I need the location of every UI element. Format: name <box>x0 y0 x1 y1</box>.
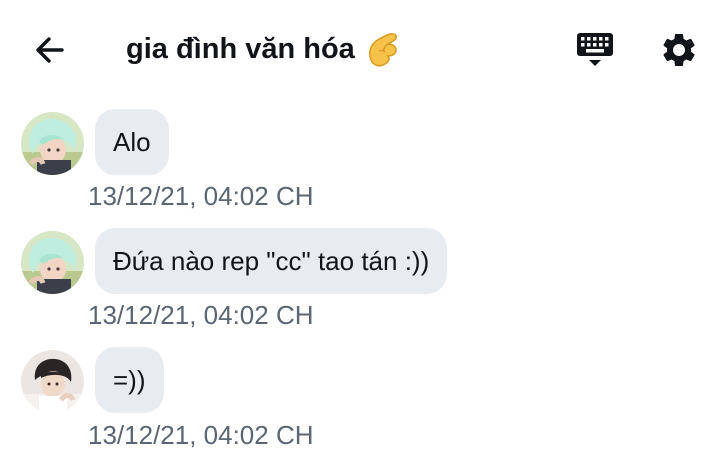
keyboard-button[interactable] <box>574 30 616 70</box>
keyboard-icon <box>577 33 613 66</box>
message-timestamp: 13/12/21, 04:02 CH <box>88 300 314 330</box>
chat-header: gia đình văn hóa <box>0 0 720 96</box>
back-button[interactable] <box>30 30 70 70</box>
avatar-mint-hair[interactable] <box>21 231 84 294</box>
message-bubble[interactable]: =)) <box>95 347 164 413</box>
chat-title-group[interactable]: gia đình văn hóa <box>126 26 403 72</box>
message-text: =)) <box>113 364 146 395</box>
settings-button[interactable] <box>659 30 699 70</box>
avatar-dark-hair[interactable] <box>21 350 84 413</box>
message-timestamp: 13/12/21, 04:02 CH <box>88 181 314 211</box>
message-bubble[interactable]: Đứa nào rep "cc" tao tán :)) <box>95 228 448 294</box>
chat-title: gia đình văn hóa <box>126 32 355 65</box>
pinching-hand-icon <box>368 33 397 67</box>
avatar-mint-hair[interactable] <box>21 112 84 175</box>
message-text: Alo <box>113 126 151 157</box>
message-timestamp: 13/12/21, 04:02 CH <box>88 420 314 450</box>
message-bubble[interactable]: Alo <box>95 109 169 175</box>
gear-icon <box>663 33 695 66</box>
arrow-left-icon <box>36 37 64 63</box>
message-text: Đứa nào rep "cc" tao tán :)) <box>113 245 430 276</box>
